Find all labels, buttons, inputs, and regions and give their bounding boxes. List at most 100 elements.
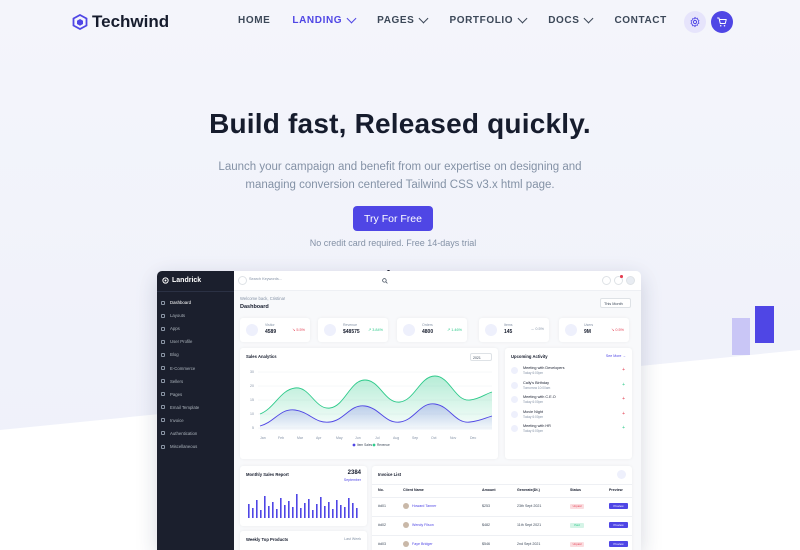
menu-pages[interactable]: PAGES (377, 13, 429, 26)
sidebar-item-icon (161, 431, 165, 436)
menu-docs[interactable]: DOCS (548, 13, 594, 26)
cart-button[interactable] (711, 11, 733, 33)
monthly-sales-bars (248, 494, 358, 518)
avatar[interactable] (626, 276, 635, 285)
sidebar-item-label: Email Template (170, 404, 200, 410)
activity-item[interactable]: Movie Night Today 6:00pm (511, 410, 543, 419)
preview-button[interactable]: Preview (609, 503, 628, 509)
add-activity-icon[interactable]: + (622, 411, 625, 417)
client-name-link[interactable]: Wendy Filson (412, 523, 434, 527)
decoration-bar-dark (755, 306, 774, 343)
hero-subtitle-line-1: Launch your campaign and benefit from ou… (218, 161, 582, 173)
svg-text:Jun: Jun (355, 436, 361, 440)
invoice-number: #d01 (378, 504, 386, 508)
dashboard-search-input[interactable]: Search Keywords... (249, 277, 309, 285)
stat-value: 145 (504, 329, 513, 335)
sales-bar (324, 506, 326, 518)
stat-card: Revenue $48575 ↗ 3.84% (318, 318, 388, 342)
add-activity-icon[interactable]: + (622, 367, 625, 373)
sidebar-item[interactable]: Blog (161, 348, 199, 361)
svg-text:10: 10 (250, 412, 254, 416)
notification-icon[interactable] (602, 276, 611, 285)
sidebar-item[interactable]: Authentication (161, 427, 199, 440)
monthly-sales-title: Monthly Sales Report (246, 472, 289, 477)
hero-subtitle-line-2: managing conversion centered Tailwind CS… (245, 179, 555, 191)
invoice-number: #d03 (378, 542, 386, 546)
stat-icon (246, 324, 258, 336)
brand-logo[interactable]: Techwind (72, 12, 169, 32)
sales-bar (308, 499, 310, 518)
menu-contact[interactable]: CONTACT (614, 15, 666, 26)
upcoming-activity-card: Upcoming Activity See More → Meeting wit… (505, 348, 632, 459)
svg-text:Jul: Jul (375, 436, 380, 440)
sidebar-item[interactable]: E-Commerce (161, 361, 199, 374)
preview-button[interactable]: Preview (609, 541, 628, 547)
invoice-row-divider (372, 497, 632, 498)
activity-item[interactable]: Meeting with Developers Today 6:00pm (511, 366, 565, 375)
sales-bar (348, 498, 350, 518)
svg-text:15: 15 (250, 398, 254, 402)
svg-text:Nov: Nov (450, 436, 456, 440)
menu-landing-label: LANDING (292, 15, 343, 26)
welcome-text: Welcome back, Cristina! (240, 296, 286, 301)
hero-subtitle: Launch your campaign and benefit from ou… (200, 158, 600, 194)
menu-portfolio[interactable]: PORTFOLIO (449, 13, 528, 26)
menu-home[interactable]: HOME (238, 15, 270, 26)
add-activity-icon[interactable]: + (622, 425, 625, 431)
month-select[interactable]: This Month (600, 298, 631, 308)
legend-item-sales: Item Sales (357, 443, 373, 447)
sidebar-item-label: Layouts (170, 313, 186, 319)
activity-item[interactable]: Meeting with C.E.O Today 6:00pm (511, 395, 556, 404)
sales-analytics-title: Sales Analytics (246, 354, 277, 359)
sidebar-item[interactable]: Email Template (161, 401, 199, 414)
activity-item[interactable]: Meeting with HR Today 6:00pm (511, 424, 551, 433)
try-for-free-button[interactable]: Try For Free (353, 206, 433, 231)
legend-revenue: Revenue (377, 443, 390, 447)
more-options-icon[interactable] (617, 470, 626, 479)
sidebar-item[interactable]: Dashboard (161, 296, 199, 309)
sidebar-menu: Dashboard Layouts Apps User Profile Blog E-Co… (161, 296, 199, 453)
settings-button[interactable] (684, 11, 706, 33)
sidebar-item[interactable]: User Profile (161, 335, 199, 348)
add-activity-icon[interactable]: + (622, 396, 625, 402)
monthly-sales-card: Monthly Sales Report 2384 September (240, 466, 367, 526)
hexagon-logo-icon (72, 14, 88, 30)
svg-text:Sep: Sep (412, 436, 418, 440)
invoice-date: 23th Sept 2021 (517, 504, 542, 508)
sidebar-item-label: Authentication (170, 430, 198, 436)
stat-card: Visitor 4589 ↘ 5.5% (240, 318, 310, 342)
add-activity-icon[interactable]: + (622, 382, 625, 388)
stat-change: ↗ 1.46% (446, 328, 462, 332)
invoice-date: 2nd Sept 2021 (517, 542, 541, 546)
year-select[interactable]: 2021 (470, 353, 492, 361)
invoice-amount: $482 (482, 523, 490, 527)
preview-button[interactable]: Preview (609, 522, 628, 528)
menu-landing[interactable]: LANDING (292, 13, 357, 26)
activity-item[interactable]: Cally's Birthday Tomorrow 10:00am (511, 381, 550, 390)
menu-home-label: HOME (238, 15, 271, 26)
sidebar-item[interactable]: Miscellaneous (161, 440, 199, 453)
dashboard-title: Dashboard (240, 304, 269, 310)
see-more-link[interactable]: See More → (606, 354, 626, 358)
sidebar-item-label: E-Commerce (170, 365, 196, 371)
sales-bar (344, 507, 346, 518)
dashboard-brand: Landrick (162, 277, 201, 284)
sidebar-item[interactable]: Layouts (161, 309, 199, 322)
sales-bar (332, 509, 334, 518)
sidebar-item[interactable]: Apps (161, 322, 199, 335)
stat-change: ↗ 3.84% (367, 328, 383, 332)
sales-bar (320, 497, 322, 518)
avatar (403, 522, 409, 528)
sales-bar (268, 506, 270, 518)
menu-toggle-icon[interactable] (238, 276, 247, 285)
svg-text:Jan: Jan (260, 436, 266, 440)
sidebar-item-label: Pages (170, 391, 183, 397)
invoice-number: #d02 (378, 523, 386, 527)
sidebar-item[interactable]: Pages (161, 388, 199, 401)
sales-bar (328, 502, 330, 518)
sidebar-item[interactable]: Invoice (161, 414, 199, 427)
client-name-link[interactable]: Faye Bridger (412, 542, 433, 546)
client-name-link[interactable]: Howard Tanner (412, 504, 436, 508)
sidebar-item[interactable]: Sellers (161, 375, 199, 388)
weekly-period: Last Week (344, 537, 361, 541)
